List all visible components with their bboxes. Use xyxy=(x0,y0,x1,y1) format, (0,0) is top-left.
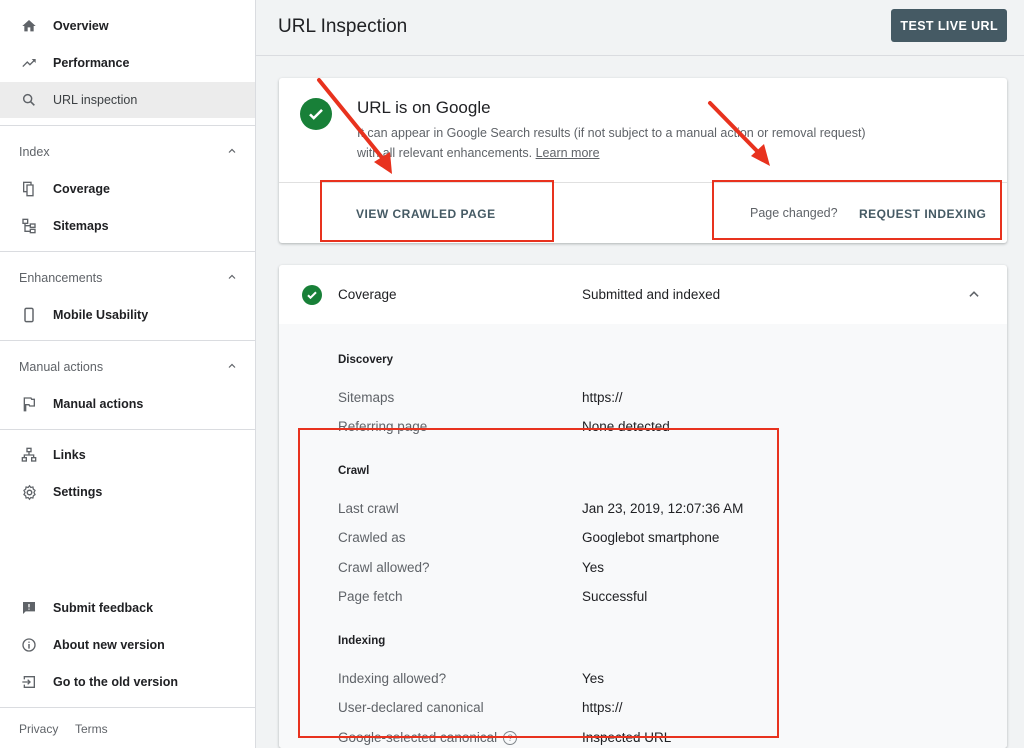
flag-icon xyxy=(20,395,38,413)
discovery-title: Discovery xyxy=(338,354,393,366)
sidebar-item-label: Manual actions xyxy=(53,397,144,411)
trending-up-icon xyxy=(20,54,38,72)
status-description: It can appear in Google Search results (… xyxy=(357,124,877,163)
info-icon xyxy=(20,636,38,654)
sidebar-divider xyxy=(0,340,255,341)
sidebar-item-coverage[interactable]: Coverage xyxy=(0,171,255,207)
learn-more-link[interactable]: Learn more xyxy=(536,146,600,160)
gear-icon xyxy=(20,483,38,501)
file-copy-icon xyxy=(20,180,38,198)
sidebar-item-label: URL inspection xyxy=(53,93,138,107)
status-title: URL is on Google xyxy=(357,98,491,117)
chevron-up-icon xyxy=(226,271,238,286)
chevron-up-icon[interactable] xyxy=(967,287,981,306)
annotation-box-request-indexing xyxy=(712,180,1002,240)
home-icon xyxy=(20,17,38,35)
sidebar-section-index[interactable]: Index xyxy=(0,138,255,166)
sidebar-item-label: About new version xyxy=(53,638,165,652)
smartphone-icon xyxy=(20,306,38,324)
status-description-text: It can appear in Google Search results (… xyxy=(357,126,866,160)
annotation-box-crawl-details xyxy=(298,428,779,738)
top-bar: URL Inspection TEST LIVE URL xyxy=(256,0,1024,56)
sidebar-item-manual-actions[interactable]: Manual actions xyxy=(0,386,255,422)
chevron-up-icon xyxy=(226,360,238,375)
sidebar-item-label: Overview xyxy=(53,19,109,33)
sidebar-item-label: Submit feedback xyxy=(53,601,154,615)
feedback-icon xyxy=(20,599,38,617)
sidebar-divider xyxy=(0,707,255,708)
annotation-box-view-crawled xyxy=(320,180,554,242)
sidebar: Overview Performance URL inspection Inde… xyxy=(0,0,256,748)
sidebar-item-performance[interactable]: Performance xyxy=(0,45,255,81)
section-title: Index xyxy=(19,145,50,159)
sidebar-item-about-new-version[interactable]: About new version xyxy=(0,627,255,663)
privacy-link[interactable]: Privacy xyxy=(19,722,58,736)
page-title: URL Inspection xyxy=(278,16,408,37)
sidebar-item-links[interactable]: Links xyxy=(0,437,255,473)
sidebar-item-sitemaps[interactable]: Sitemaps xyxy=(0,208,255,244)
sidebar-item-label: Links xyxy=(53,448,86,462)
chevron-up-icon xyxy=(226,145,238,160)
check-circle-icon xyxy=(302,285,322,305)
sidebar-item-old-version[interactable]: Go to the old version xyxy=(0,664,255,700)
sidebar-item-label: Go to the old version xyxy=(53,675,179,689)
sitemaps-value: https:// xyxy=(582,390,623,405)
link-tree-icon xyxy=(20,446,38,464)
sidebar-divider xyxy=(0,251,255,252)
search-icon xyxy=(20,91,38,109)
sidebar-divider xyxy=(0,125,255,126)
terms-link[interactable]: Terms xyxy=(75,722,108,736)
sidebar-item-label: Mobile Usability xyxy=(53,308,149,322)
sitemap-icon xyxy=(20,217,38,235)
sidebar-section-enhancements[interactable]: Enhancements xyxy=(0,264,255,292)
sidebar-divider xyxy=(0,429,255,430)
sidebar-item-label: Coverage xyxy=(53,182,110,196)
sidebar-item-label: Sitemaps xyxy=(53,219,109,233)
sidebar-item-url-inspection[interactable]: URL inspection xyxy=(0,82,255,118)
sidebar-item-overview[interactable]: Overview xyxy=(0,8,255,44)
test-live-url-button[interactable]: TEST LIVE URL xyxy=(891,9,1007,42)
check-circle-icon xyxy=(300,98,332,130)
coverage-header[interactable]: Coverage Submitted and indexed xyxy=(279,265,1007,325)
section-title: Manual actions xyxy=(19,360,104,374)
coverage-label: Coverage xyxy=(338,287,397,302)
sidebar-item-label: Settings xyxy=(53,485,103,499)
exit-to-app-icon xyxy=(20,673,38,691)
coverage-status: Submitted and indexed xyxy=(582,287,721,302)
sidebar-item-mobile-usability[interactable]: Mobile Usability xyxy=(0,297,255,333)
sidebar-item-settings[interactable]: Settings xyxy=(0,474,255,510)
sidebar-item-label: Performance xyxy=(53,56,130,70)
sidebar-item-submit-feedback[interactable]: Submit feedback xyxy=(0,590,255,626)
section-title: Enhancements xyxy=(19,271,103,285)
sidebar-section-manual-actions[interactable]: Manual actions xyxy=(0,353,255,381)
sitemaps-label: Sitemaps xyxy=(338,390,395,405)
